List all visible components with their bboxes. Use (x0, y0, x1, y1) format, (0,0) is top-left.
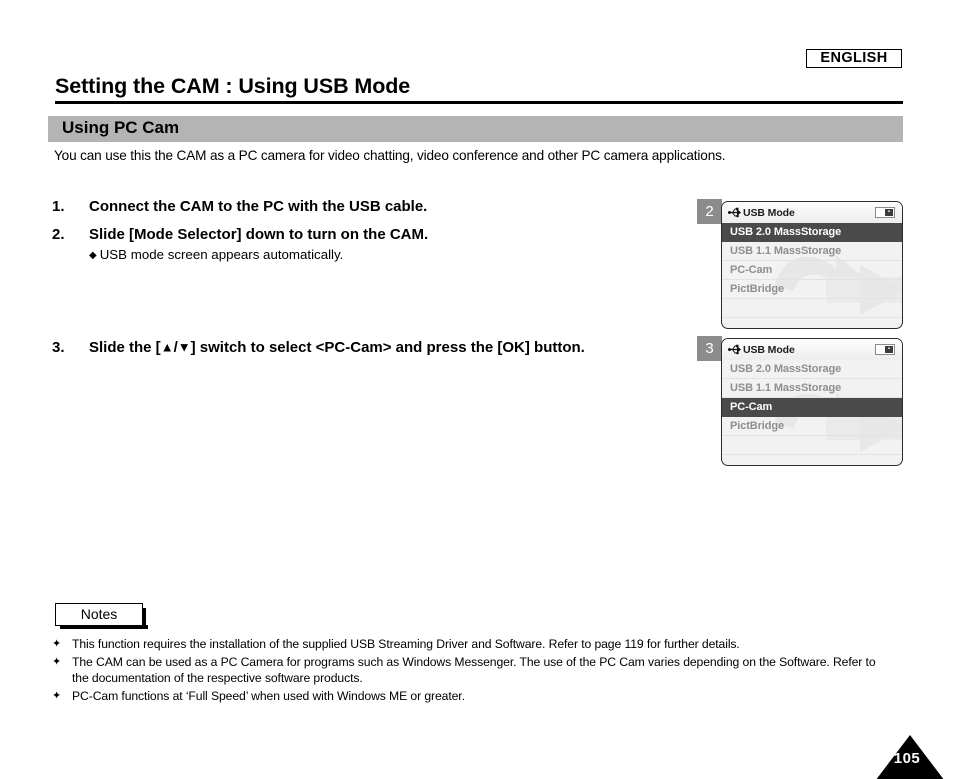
intro-paragraph: You can use this the CAM as a PC camera … (54, 148, 726, 163)
lcd-1-menu-item-pccam[interactable]: PC-Cam (722, 261, 902, 280)
usb-icon (728, 207, 741, 218)
up-arrow-icon: ▲ (160, 339, 174, 355)
step-3-number: 3. (52, 339, 65, 356)
section-title: Using PC Cam (62, 118, 180, 137)
page-title: Setting the CAM : Using USB Mode (55, 74, 411, 98)
lcd-1-menu-item-usb11[interactable]: USB 1.1 MassStorage (722, 242, 902, 261)
note-text: The CAM can be used as a PC Camera for p… (72, 654, 876, 686)
lcd-1-menu-item-empty-2 (722, 318, 902, 328)
figure-2-step-badge: 3 (697, 336, 722, 361)
down-arrow-icon: ▼ (177, 339, 191, 355)
usb-icon (728, 344, 741, 355)
lcd-2-menu-item-pccam[interactable]: PC-Cam (722, 398, 902, 417)
lcd-1-menu-item-empty-1 (722, 299, 902, 318)
note-item: ✦ The CAM can be used as a PC Camera for… (52, 654, 882, 687)
note-bullet-icon: ✦ (52, 638, 62, 650)
step-2-number: 2. (52, 226, 65, 243)
battery-icon: ▪ (875, 207, 895, 218)
note-text: PC-Cam functions at ‘Full Speed’ when us… (72, 688, 465, 703)
lcd-screen-1: USB Mode ▪ USB 2.0 MassStorage USB 1.1 M… (721, 201, 903, 329)
lcd-2-header: USB Mode ▪ (722, 339, 902, 360)
lcd-screen-2: USB Mode ▪ USB 2.0 MassStorage USB 1.1 M… (721, 338, 903, 466)
notes-list: ✦ This function requires the installatio… (52, 636, 882, 705)
lcd-2-menu-item-empty-1 (722, 436, 902, 455)
substep-note: ◆ USB mode screen appears automatically. (89, 247, 343, 262)
lcd-2-menu: USB 2.0 MassStorage USB 1.1 MassStorage … (722, 360, 902, 465)
step-1: 1. Connect the CAM to the PC with the USB… (52, 198, 427, 215)
diamond-bullet-icon: ◆ (89, 249, 97, 261)
lcd-2-menu-item-empty-2 (722, 455, 902, 465)
battery-level-cell: ▪ (885, 346, 893, 353)
step-2-text: Slide [Mode Selector] down to turn on th… (89, 226, 429, 243)
page-number-corner: 105 (860, 725, 954, 779)
step-3-text-after: ] switch to select <PC-Cam> and press th… (190, 339, 585, 356)
note-bullet-icon: ✦ (52, 689, 62, 702)
page-number: 105 (893, 750, 921, 767)
note-text: This function requires the installation … (72, 637, 740, 651)
step-1-text: Connect the CAM to the PC with the USB c… (89, 198, 428, 215)
lcd-2-title: USB Mode (743, 343, 795, 356)
lcd-1-menu-item-pictbridge[interactable]: PictBridge (722, 280, 902, 299)
figure-1-step-badge: 2 (697, 199, 722, 224)
lcd-2-menu-item-usb11[interactable]: USB 1.1 MassStorage (722, 379, 902, 398)
battery-icon: ▪ (875, 344, 895, 355)
lcd-1-header: USB Mode ▪ (722, 202, 902, 223)
step-3-text-before: Slide the [ (89, 339, 161, 356)
lcd-2-menu-item-pictbridge[interactable]: PictBridge (722, 417, 902, 436)
lcd-2-menu-item-usb20[interactable]: USB 2.0 MassStorage (722, 360, 902, 379)
lcd-1-menu: USB 2.0 MassStorage USB 1.1 MassStorage … (722, 223, 902, 328)
note-item: ✦ This function requires the installatio… (52, 636, 882, 653)
battery-level-cell: ▪ (885, 209, 893, 216)
note-bullet-icon: ✦ (52, 655, 62, 668)
lcd-1-menu-item-usb20[interactable]: USB 2.0 MassStorage (722, 223, 902, 242)
title-divider (55, 101, 903, 104)
note-item: ✦ PC-Cam functions at ‘Full Speed’ when … (52, 688, 882, 705)
notes-label-box: Notes (55, 603, 148, 629)
step-1-number: 1. (52, 198, 65, 215)
step-3: 3. Slide the [▲/▼] switch to select <PC-C… (52, 339, 585, 356)
lcd-1-title: USB Mode (743, 206, 795, 219)
language-badge: ENGLISH (806, 49, 902, 68)
substep-text: USB mode screen appears automatically. (99, 247, 344, 262)
step-2: 2. Slide [Mode Selector] down to turn on … (52, 226, 428, 243)
